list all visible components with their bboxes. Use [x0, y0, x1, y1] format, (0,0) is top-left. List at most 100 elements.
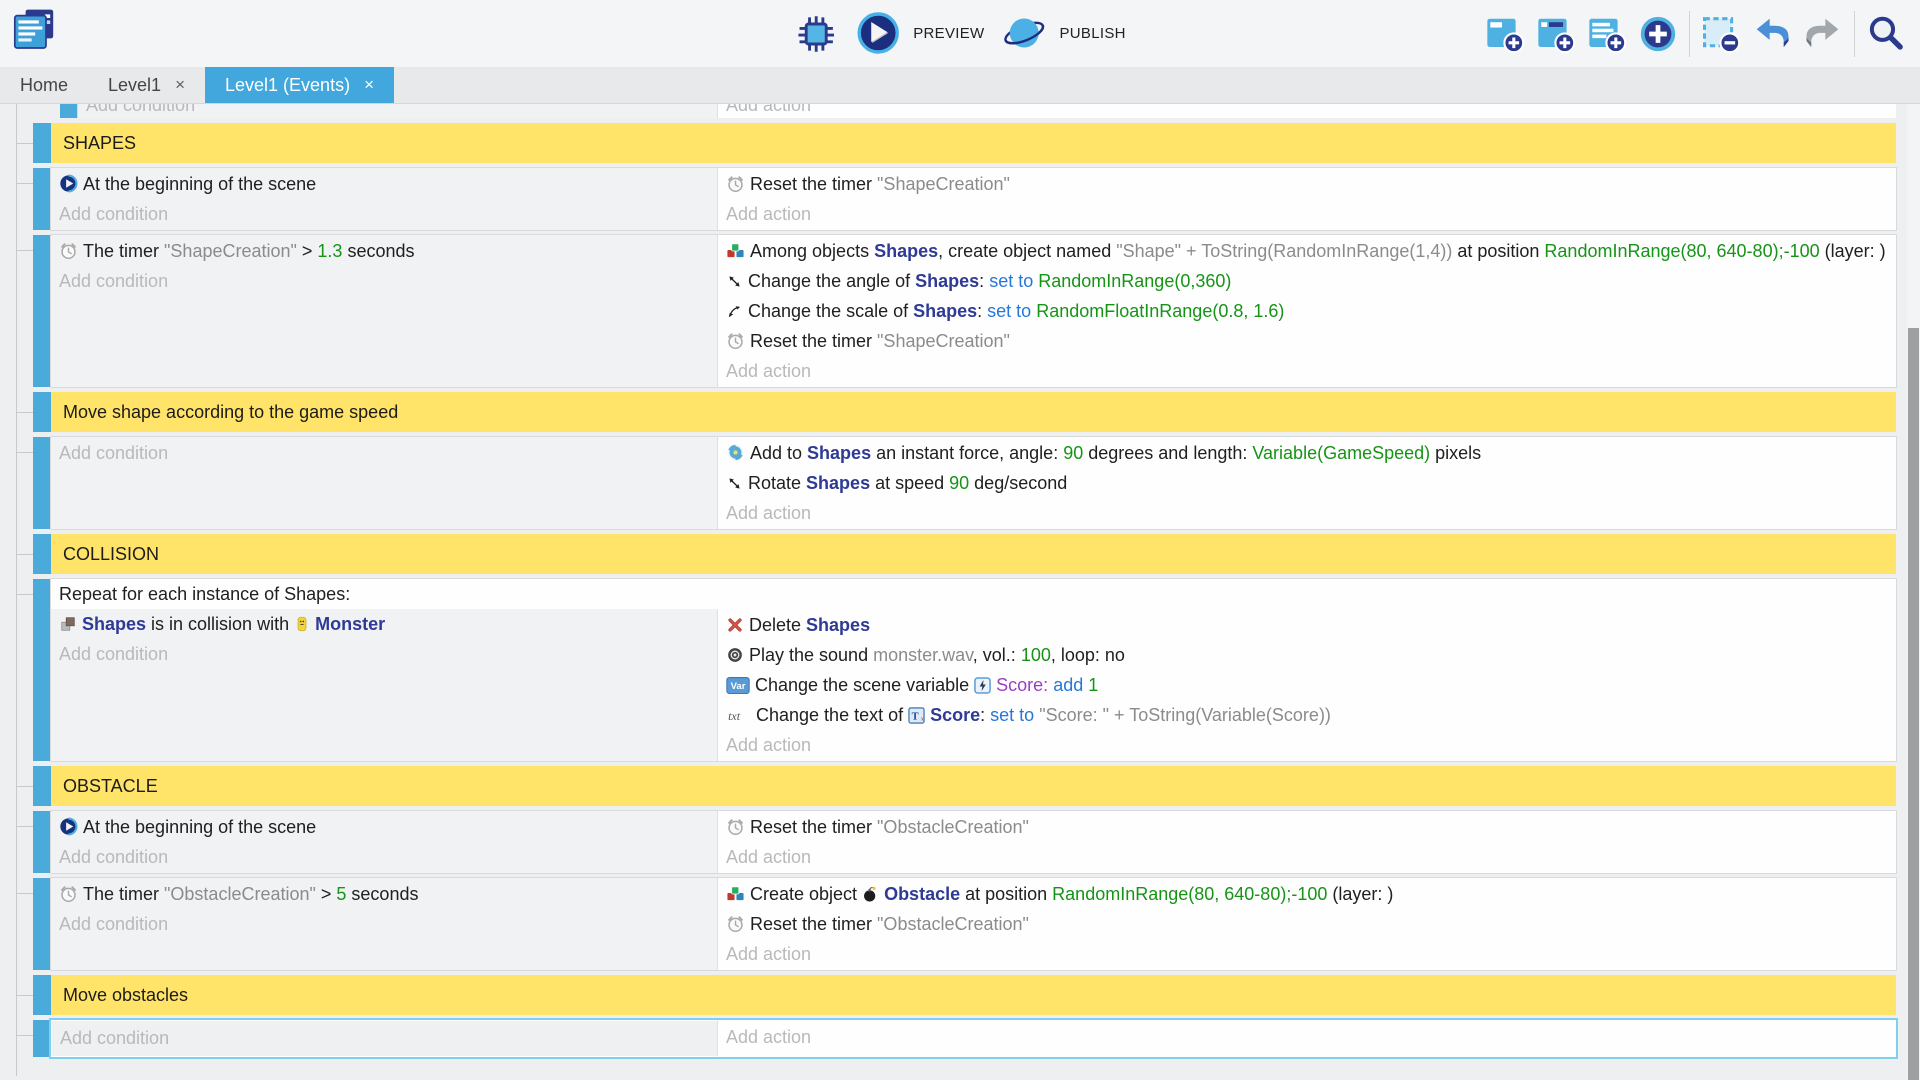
action-line[interactable]: Change the scale of Shapes: set to Rando…	[718, 296, 1896, 326]
actions-cell[interactable]: Among objects Shapes, create object name…	[718, 235, 1896, 387]
event-drag-handle[interactable]	[33, 579, 51, 761]
action-line[interactable]: Among objects Shapes, create object name…	[718, 236, 1896, 266]
add-action-button[interactable]: Add action	[718, 356, 1896, 386]
delete-selection-button[interactable]	[1701, 14, 1741, 54]
preview-label: PREVIEW	[913, 25, 984, 42]
add-action-button[interactable]: Add action	[718, 939, 1896, 969]
event-drag-handle[interactable]	[33, 878, 51, 970]
comment-text[interactable]: COLLISION	[51, 534, 1896, 574]
action-line[interactable]: Reset the timer "ObstacleCreation"	[718, 812, 1896, 842]
actions-cell[interactable]: Add action	[718, 1020, 1896, 1057]
vertical-scrollbar[interactable]	[1907, 104, 1920, 1080]
condition-line[interactable]: The timer "ObstacleCreation" > 5 seconds	[51, 879, 717, 909]
toolbar-separator	[1689, 11, 1690, 57]
tab-level1[interactable]: Level1 ×	[88, 67, 205, 103]
add-comment-button[interactable]	[1587, 14, 1627, 54]
gdevelop-logo[interactable]	[10, 6, 58, 58]
add-new-button[interactable]	[1638, 14, 1678, 54]
add-action-button[interactable]: Add action	[718, 104, 1896, 118]
add-condition-button[interactable]: Add condition	[51, 909, 717, 939]
action-line[interactable]: Play the sound monster.wav, vol.: 100, l…	[718, 640, 1896, 670]
tab-level1-events[interactable]: Level1 (Events)×	[205, 67, 394, 103]
conditions-cell[interactable]: Shapes is in collision with MonsterAdd c…	[51, 609, 718, 761]
condition-line[interactable]: Shapes is in collision with Monster	[51, 609, 717, 639]
scrollbar-thumb[interactable]	[1908, 328, 1919, 1080]
add-condition-button[interactable]: Add condition	[51, 842, 717, 872]
tab-close-icon[interactable]: ×	[175, 75, 185, 95]
actions-cell[interactable]: Reset the timer "ShapeCreation"Add actio…	[718, 168, 1896, 230]
text-segment: Change the scale of	[748, 301, 913, 321]
action-line[interactable]: Reset the timer "ObstacleCreation"	[718, 909, 1896, 939]
debug-button[interactable]	[794, 12, 838, 56]
comment-text[interactable]: SHAPES	[51, 123, 1896, 163]
preview-button[interactable]: PREVIEW	[856, 11, 984, 56]
action-line[interactable]: Create object Obstacle at position Rando…	[718, 879, 1896, 909]
action-line[interactable]: Delete Shapes	[718, 610, 1896, 640]
condition-line[interactable]: At the beginning of the scene	[51, 812, 717, 842]
action-line[interactable]: VarChange the scene variable Score: add …	[718, 670, 1896, 700]
actions-cell[interactable]: Create object Obstacle at position Rando…	[718, 878, 1896, 970]
add-condition-button[interactable]: Add condition	[51, 266, 717, 296]
tab-label: Level1	[108, 75, 161, 96]
action-line[interactable]: Add to Shapes an instant force, angle: 9…	[718, 438, 1896, 468]
event-drag-handle[interactable]	[33, 766, 51, 806]
add-action-button[interactable]: Add action	[718, 199, 1896, 229]
conditions-cell[interactable]: At the beginning of the sceneAdd conditi…	[51, 168, 718, 230]
event-row: At the beginning of the sceneAdd conditi…	[33, 811, 1896, 873]
event-drag-handle[interactable]	[33, 534, 51, 574]
event-drag-handle[interactable]	[33, 392, 51, 432]
comment-text[interactable]: Move obstacles	[51, 975, 1896, 1015]
add-subevent-button[interactable]	[1536, 14, 1576, 54]
action-line[interactable]: Rotate Shapes at speed 90 deg/second	[718, 468, 1896, 498]
add-condition-button[interactable]: Add condition	[51, 438, 717, 468]
preview-play-icon	[856, 11, 900, 56]
foreach-header[interactable]: Repeat for each instance of Shapes:	[51, 579, 1896, 609]
comment-row: Move obstacles	[33, 975, 1896, 1015]
event-drag-handle[interactable]	[33, 975, 51, 1015]
event-drag-handle[interactable]	[33, 235, 51, 387]
conditions-cell[interactable]: Add condition	[51, 437, 718, 529]
add-condition-button[interactable]: Add condition	[51, 199, 717, 229]
comment-text[interactable]: Move shape according to the game speed	[51, 392, 1896, 432]
actions-cell[interactable]: Add to Shapes an instant force, angle: 9…	[718, 437, 1896, 529]
search-button[interactable]	[1866, 14, 1906, 54]
tab-home[interactable]: Home	[0, 67, 88, 103]
actions-cell[interactable]: Add action	[718, 104, 1896, 118]
event-drag-handle[interactable]	[33, 123, 51, 163]
tree-tick	[16, 412, 33, 413]
actions-cell[interactable]: Delete ShapesPlay the sound monster.wav,…	[718, 609, 1896, 761]
publish-button[interactable]: PUBLISH	[1002, 11, 1125, 56]
conditions-cell[interactable]: The timer "ObstacleCreation" > 5 seconds…	[51, 878, 718, 970]
redo-button[interactable]	[1803, 14, 1843, 54]
event-drag-handle[interactable]	[33, 437, 51, 529]
undo-button[interactable]	[1752, 14, 1792, 54]
text-segment: Change the angle of	[748, 271, 915, 291]
add-condition-button[interactable]: Add condition	[78, 104, 717, 118]
add-action-button[interactable]: Add action	[718, 730, 1896, 760]
actions-cell[interactable]: Reset the timer "ObstacleCreation"Add ac…	[718, 811, 1896, 873]
conditions-cell[interactable]: At the beginning of the sceneAdd conditi…	[51, 811, 718, 873]
action-line[interactable]: txtChange the text of TxScore: set to "S…	[718, 700, 1896, 730]
add-action-button[interactable]: Add action	[718, 498, 1896, 528]
tab-close-icon[interactable]: ×	[364, 75, 374, 95]
action-line[interactable]: Reset the timer "ShapeCreation"	[718, 169, 1896, 199]
add-event-button[interactable]	[1485, 14, 1525, 54]
action-line[interactable]: Change the angle of Shapes: set to Rando…	[718, 266, 1896, 296]
event-drag-handle[interactable]	[33, 1020, 51, 1057]
event-drag-handle[interactable]	[60, 104, 78, 118]
conditions-cell[interactable]: Add condition	[78, 104, 718, 118]
add-condition-button[interactable]: Add condition	[52, 1022, 717, 1055]
event-drag-handle[interactable]	[33, 168, 51, 230]
text-segment: :	[979, 271, 989, 291]
add-action-button[interactable]: Add action	[718, 1021, 1896, 1054]
conditions-cell[interactable]: The timer "ShapeCreation" > 1.3 secondsA…	[51, 235, 718, 387]
event-drag-handle[interactable]	[33, 811, 51, 873]
add-action-button[interactable]: Add action	[718, 842, 1896, 872]
add-comment-icon	[1587, 14, 1627, 54]
action-line[interactable]: Reset the timer "ShapeCreation"	[718, 326, 1896, 356]
conditions-cell[interactable]: Add condition	[51, 1020, 718, 1057]
condition-line[interactable]: At the beginning of the scene	[51, 169, 717, 199]
comment-text[interactable]: OBSTACLE	[51, 766, 1896, 806]
add-condition-button[interactable]: Add condition	[51, 639, 717, 669]
condition-line[interactable]: The timer "ShapeCreation" > 1.3 seconds	[51, 236, 717, 266]
